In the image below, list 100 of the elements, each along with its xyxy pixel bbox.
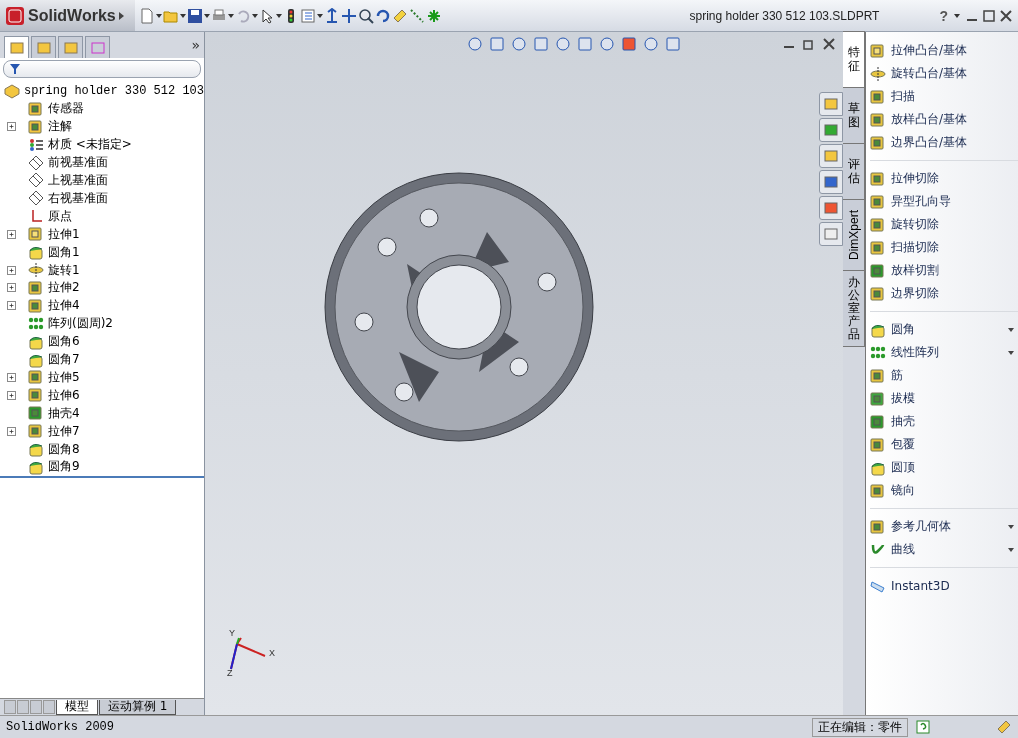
side-tab[interactable]: 评估 (843, 143, 865, 200)
save-icon[interactable] (187, 7, 203, 24)
tree-item[interactable]: 拉伸1 (48, 225, 80, 243)
dropdown-caret-icon[interactable] (317, 13, 323, 18)
command-item[interactable]: 曲线 (870, 538, 1018, 561)
expand-plus-icon[interactable] (7, 283, 16, 293)
command-item[interactable]: 拉伸切除 (870, 167, 1018, 190)
tree-item[interactable]: 右视基准面 (48, 189, 108, 207)
command-item[interactable]: 镜向 (870, 479, 1018, 502)
command-item[interactable]: 拉伸凸台/基体 (870, 39, 1018, 62)
tree-item[interactable]: 拉伸5 (48, 368, 80, 386)
menu-arrow-icon[interactable] (118, 11, 124, 20)
task-pane-button[interactable] (819, 144, 843, 168)
tree-item[interactable]: 抽壳4 (48, 404, 80, 422)
expand-plus-icon[interactable] (7, 122, 16, 132)
tree-item[interactable]: 圆角9 (48, 458, 80, 476)
move-arrows-icon[interactable] (341, 7, 357, 24)
more-tabs-button[interactable]: » (191, 37, 200, 53)
expand-plus-icon[interactable] (7, 265, 16, 275)
tree-item[interactable]: 圆角7 (48, 351, 80, 369)
tree-item[interactable]: 拉伸7 (48, 422, 80, 440)
tree-item[interactable]: 前视基准面 (48, 154, 108, 172)
caret-icon[interactable] (1008, 350, 1014, 355)
side-tab[interactable]: 特征 (843, 31, 865, 88)
filter-field[interactable] (3, 60, 201, 78)
task-pane-button[interactable] (819, 92, 843, 116)
command-item[interactable]: 扫描切除 (870, 236, 1018, 259)
dropdown-caret-icon[interactable] (252, 13, 258, 18)
caret-icon[interactable] (1008, 524, 1014, 529)
command-item[interactable]: 异型孔向导 (870, 190, 1018, 213)
tree-item[interactable]: 阵列(圆周)2 (48, 315, 113, 333)
panel-tab[interactable] (4, 36, 29, 58)
tree-item[interactable]: 拉伸6 (48, 386, 80, 404)
bottom-tab[interactable]: 运动算例 1 (99, 699, 177, 715)
command-item[interactable]: 抽壳 (870, 410, 1018, 433)
tree-item[interactable]: 拉伸4 (48, 297, 80, 315)
bottom-tab[interactable]: 模型 (56, 699, 98, 715)
select-pointer-icon[interactable] (259, 7, 275, 24)
arrow-axis-icon[interactable] (324, 7, 340, 24)
expand-plus-icon[interactable] (7, 426, 16, 436)
tag-icon[interactable] (996, 719, 1012, 735)
expand-plus-icon[interactable] (7, 372, 16, 382)
tree-item[interactable]: 上视基准面 (48, 172, 108, 189)
close-icon[interactable] (998, 7, 1014, 24)
command-item[interactable]: 扫描 (870, 85, 1018, 108)
command-item[interactable]: 旋转凸台/基体 (870, 62, 1018, 85)
task-pane-button[interactable] (819, 118, 843, 142)
tree-item[interactable]: 圆角1 (48, 243, 80, 261)
expand-plus-icon[interactable] (7, 390, 16, 400)
side-tab[interactable]: 办公室产品 (843, 270, 865, 347)
task-pane-button[interactable] (819, 170, 843, 194)
caret-icon[interactable] (1008, 327, 1014, 332)
command-item[interactable]: 旋转切除 (870, 213, 1018, 236)
tree-item[interactable]: spring holder 330 512 103 (23, 83, 204, 98)
app-logo[interactable]: SolidWorks (0, 0, 135, 31)
tree-item[interactable]: 拉伸2 (48, 279, 80, 297)
command-item[interactable]: Instant3D (870, 574, 1018, 597)
side-tab[interactable]: DimXpert (843, 199, 865, 271)
command-item[interactable]: 放样切割 (870, 259, 1018, 282)
rotate-icon[interactable] (375, 7, 391, 24)
dropdown-caret-icon[interactable] (156, 13, 162, 18)
close-icon[interactable] (823, 38, 835, 50)
tree-item[interactable]: 圆角8 (48, 440, 80, 458)
command-item[interactable]: 拔模 (870, 387, 1018, 410)
help-icon[interactable] (916, 720, 930, 734)
command-item[interactable]: 圆顶 (870, 456, 1018, 479)
zoom-icon[interactable] (358, 7, 374, 24)
tree-item[interactable]: 注解 (48, 118, 72, 136)
dropdown-caret-icon[interactable] (276, 13, 282, 18)
dropdown-caret-icon[interactable] (180, 13, 186, 18)
restore-icon[interactable] (803, 38, 815, 50)
expand-plus-icon[interactable] (7, 229, 16, 239)
maximize-icon[interactable] (981, 7, 997, 24)
task-pane-button[interactable] (819, 222, 843, 246)
tree-item[interactable]: 旋转1 (48, 261, 80, 279)
tree-item[interactable]: 传感器 (48, 100, 84, 118)
help-button[interactable]: ? (939, 7, 948, 24)
ruler-icon[interactable] (392, 7, 408, 24)
dropdown-caret-icon[interactable] (228, 13, 234, 18)
command-item[interactable]: 线性阵列 (870, 341, 1018, 364)
command-item[interactable]: 圆角 (870, 318, 1018, 341)
expand-plus-icon[interactable] (7, 301, 16, 311)
caret-icon[interactable] (1008, 547, 1014, 552)
feature-icon (28, 262, 44, 278)
command-item[interactable]: 放样凸台/基体 (870, 108, 1018, 131)
side-tab[interactable]: 草图 (843, 87, 865, 144)
tree-item[interactable]: 材质 <未指定> (48, 136, 132, 154)
command-item[interactable]: 筋 (870, 364, 1018, 387)
tree-item[interactable]: 圆角6 (48, 333, 80, 351)
task-pane-button[interactable] (819, 196, 843, 220)
command-item[interactable]: 边界切除 (870, 282, 1018, 305)
graphics-viewport[interactable]: X Y Z (205, 32, 843, 715)
command-item[interactable]: 包覆 (870, 433, 1018, 456)
dropdown-caret-icon[interactable] (954, 13, 960, 18)
tree-item[interactable]: 原点 (48, 207, 72, 225)
dropdown-caret-icon[interactable] (204, 13, 210, 18)
dashed-line-icon[interactable] (409, 7, 425, 24)
command-item[interactable]: 参考几何体 (870, 515, 1018, 538)
asterisk-icon[interactable] (426, 7, 442, 24)
command-item[interactable]: 边界凸台/基体 (870, 131, 1018, 154)
